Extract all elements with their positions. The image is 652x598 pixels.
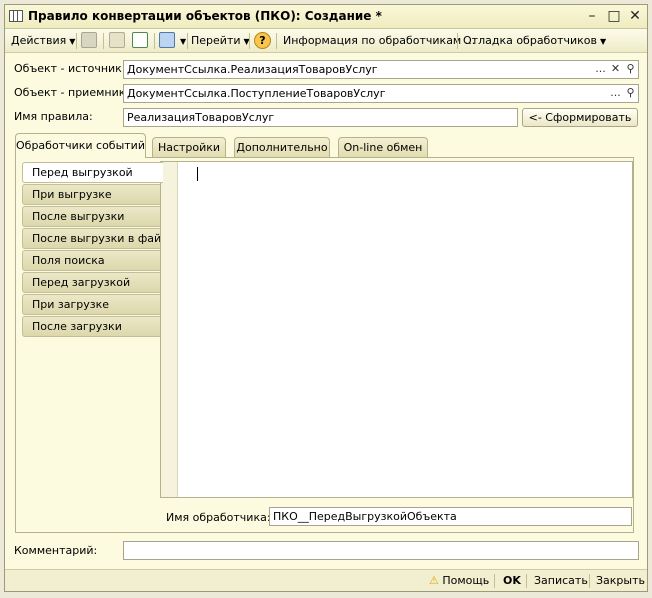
rule-name-field[interactable]: РеализацияТоваровУслуг: [123, 108, 518, 127]
caret-down-icon: ▼: [69, 37, 76, 46]
toolbar-separator: [457, 33, 458, 49]
toolbar-separator: [154, 33, 155, 49]
save-button[interactable]: Записать: [534, 574, 588, 588]
source-object-field[interactable]: ДокументСсылка.РеализацияТоваровУслуг: [123, 60, 639, 79]
handler-tab-on-export[interactable]: При выгрузке: [22, 184, 161, 205]
window-title: Правило конвертации объектов (ПКО): Созд…: [28, 9, 382, 23]
select-source-button[interactable]: ...: [593, 61, 608, 78]
generate-button[interactable]: <- Сформировать: [522, 108, 638, 127]
toolbar: Действия ▼ ▼ Перейти ▼ ? Информация по обр…: [5, 29, 647, 53]
search-icon[interactable]: ⚲: [623, 61, 638, 78]
handler-tab-on-import[interactable]: При загрузке: [22, 294, 161, 315]
bottom-command-bar: ⚠ Помощь OK Записать Закрыть: [5, 569, 647, 591]
save-icon[interactable]: [81, 32, 97, 48]
toolbar-separator: [187, 33, 188, 49]
title-bar[interactable]: Правило конвертации объектов (ПКО): Созд…: [5, 5, 647, 29]
tab-event-handlers[interactable]: Обработчики событий: [15, 133, 146, 158]
source-object-label: Объект - источник:: [14, 62, 126, 75]
close-button[interactable]: Закрыть: [596, 574, 645, 588]
handler-tab-before-export[interactable]: Перед выгрузкой: [22, 162, 163, 183]
footer-separator: [494, 574, 495, 588]
close-window-button[interactable]: ✕: [627, 8, 643, 24]
debug-handlers-menu[interactable]: Отладка обработчиков ▼: [463, 33, 606, 49]
tab-panel: Перед выгрузкой При выгрузке После выгру…: [15, 157, 634, 533]
goto-menu[interactable]: Перейти ▼: [191, 33, 250, 49]
handler-tab-before-import[interactable]: Перед загрузкой: [22, 272, 161, 293]
handler-name-field[interactable]: ПКО__ПередВыгрузкойОбъекта: [269, 507, 632, 526]
code-editor-frame: [160, 161, 633, 498]
target-object-field[interactable]: ДокументСсылка.ПоступлениеТоваровУслуг: [123, 84, 639, 103]
footer-separator: [526, 574, 527, 588]
toolbar-separator: [249, 33, 250, 49]
table-icon: [9, 10, 23, 22]
handler-tab-after-export-to-file[interactable]: После выгрузки в файл: [22, 228, 168, 249]
help-button[interactable]: ⚠ Помощь: [429, 574, 489, 588]
handlers-info-button[interactable]: Информация по обработчикам ...: [283, 33, 475, 49]
tab-settings[interactable]: Настройки: [152, 137, 226, 157]
minimize-button[interactable]: –: [584, 8, 600, 24]
text-cursor: [197, 167, 198, 181]
caret-down-icon: ▼: [600, 37, 607, 46]
ok-button[interactable]: OK: [503, 574, 521, 588]
handler-tab-search-fields[interactable]: Поля поиска: [22, 250, 161, 271]
add-document-icon[interactable]: [132, 32, 148, 48]
comment-field[interactable]: [123, 541, 639, 560]
copy-icon[interactable]: [109, 32, 125, 48]
post-document-icon[interactable]: [159, 32, 175, 48]
post-dropdown-caret[interactable]: ▼: [177, 33, 186, 49]
help-icon[interactable]: ?: [254, 32, 271, 49]
search-icon[interactable]: ⚲: [623, 85, 638, 102]
rule-name-label: Имя правила:: [14, 110, 93, 123]
toolbar-separator: [276, 33, 277, 49]
handler-tab-after-import[interactable]: После загрузки: [22, 316, 161, 337]
code-editor[interactable]: [177, 162, 632, 497]
target-object-label: Объект - приемник:: [14, 86, 130, 99]
warning-icon: ⚠: [429, 574, 439, 587]
actions-menu[interactable]: Действия ▼: [11, 33, 75, 49]
toolbar-separator: [76, 33, 77, 49]
tab-additional[interactable]: Дополнительно: [234, 137, 330, 157]
caret-down-icon: ▼: [180, 37, 187, 46]
handler-name-label: Имя обработчика:: [166, 511, 271, 524]
clear-icon[interactable]: ✕: [608, 61, 623, 78]
maximize-button[interactable]: □: [606, 8, 622, 24]
form-window: Правило конвертации объектов (ПКО): Созд…: [4, 4, 648, 592]
comment-label: Комментарий:: [14, 544, 98, 557]
select-target-button[interactable]: ...: [608, 85, 623, 102]
handler-tab-after-export[interactable]: После выгрузки: [22, 206, 161, 227]
toolbar-separator: [103, 33, 104, 49]
tab-online-exchange[interactable]: On-line обмен: [338, 137, 428, 157]
footer-separator: [589, 574, 590, 588]
